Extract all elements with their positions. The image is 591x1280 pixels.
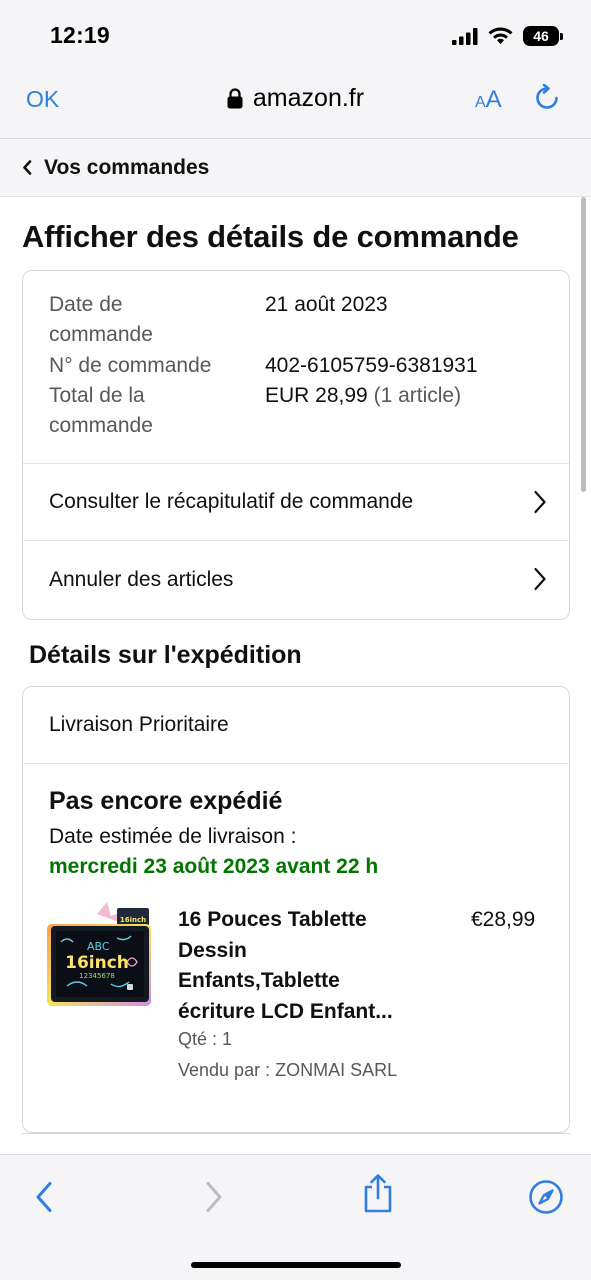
cancel-items-row[interactable]: Annuler des articles (23, 541, 569, 618)
order-number-label: N° de commande (49, 354, 212, 377)
battery-nub (560, 32, 563, 40)
product-title-link[interactable]: 16 Pouces Tablette Dessin Enfants,Tablet… (178, 905, 418, 1027)
breadcrumb[interactable]: Vos commandes (0, 139, 591, 197)
chevron-right-icon (534, 490, 546, 514)
product-title-line-2: Dessin (178, 938, 247, 962)
cancel-items-label: Annuler des articles (49, 567, 234, 591)
order-total-label: Total de la commande (49, 384, 153, 437)
product-title-line-1: 16 Pouces Tablette (178, 908, 367, 931)
order-total-items: (1 article) (373, 384, 462, 407)
thumb-abc-text: ABC (87, 940, 110, 953)
shipping-section-title: Détails sur l'expédition (29, 641, 302, 669)
order-total-value: EUR 28,99 (1 article) (265, 381, 461, 411)
page-content: Afficher des détails de commande Date de… (0, 197, 591, 1154)
browser-top-chrome: 12:19 46 OK amazon.fr AA (0, 0, 591, 139)
safari-compass-button[interactable] (526, 1177, 566, 1217)
view-order-summary-row[interactable]: Consulter le récapitulatif de commande (23, 464, 569, 541)
scrollbar[interactable] (581, 197, 586, 492)
breadcrumb-orders-link[interactable]: Vos commandes (44, 156, 209, 180)
reload-button[interactable] (534, 83, 562, 119)
url-text: amazon.fr (252, 84, 365, 112)
shipping-card: Livraison Prioritaire Pas encore expédié… (22, 686, 570, 1133)
status-time: 12:19 (50, 22, 110, 48)
shipping-status: Pas encore expédié (49, 787, 283, 815)
thumb-badge-text: 16inch (120, 916, 146, 924)
order-date-value: 21 août 2023 (265, 293, 388, 316)
shipping-method: Livraison Prioritaire (23, 687, 569, 764)
text-size-small-a: A (475, 94, 486, 111)
product-seller: Vendu par : ZONMAI SARL (178, 1060, 398, 1080)
compass-icon (529, 1180, 563, 1214)
order-summary-block: Date de commande 21 août 2023 N° de comm… (23, 271, 569, 464)
chevron-left-icon (23, 160, 32, 175)
browser-forward-button[interactable] (194, 1177, 234, 1217)
lock-icon (227, 88, 243, 109)
order-summary-card: Date de commande 21 août 2023 N° de comm… (22, 270, 570, 620)
wifi-icon (488, 27, 513, 44)
delivery-eta-date: mercredi 23 août 2023 avant 22 h (49, 855, 379, 878)
product-title-line-4: écriture LCD Enfant... (178, 999, 393, 1023)
browser-back-button[interactable] (24, 1177, 64, 1217)
home-indicator[interactable] (191, 1262, 401, 1268)
status-icons: 46 (452, 26, 563, 46)
order-date-label: Date de commande (49, 293, 153, 346)
page-title: Afficher des détails de commande (22, 219, 519, 254)
chevron-right-icon (206, 1182, 222, 1212)
order-total-amount: EUR 28,99 (265, 384, 368, 407)
product-title-line-3: Enfants,Tablette (178, 969, 340, 992)
view-order-summary-label: Consulter le récapitulatif de commande (49, 490, 414, 513)
battery-icon: 46 (523, 26, 559, 46)
address-bar[interactable]: amazon.fr (0, 84, 591, 113)
product-quantity: Qté : 1 (178, 1029, 233, 1049)
next-card-edge (22, 1133, 570, 1134)
browser-bottom-toolbar (0, 1154, 591, 1280)
delivery-eta-label: Date estimée de livraison : (49, 825, 297, 848)
thumb-main-text: 16inch (65, 953, 129, 973)
text-size-large-a: A (485, 86, 502, 113)
order-number-value: 402-6105759-6381931 (265, 354, 478, 377)
reload-icon (536, 83, 558, 109)
chevron-left-icon (36, 1182, 52, 1212)
text-size-button[interactable]: AA (475, 86, 502, 114)
thumb-digits-text: 12345678 (79, 972, 115, 980)
product-price: €28,99 (471, 908, 536, 931)
share-button[interactable] (358, 1173, 398, 1213)
signal-icon (452, 27, 478, 45)
chevron-right-icon (534, 567, 546, 591)
share-icon (364, 1174, 392, 1213)
product-image[interactable]: 16inch ABC 16inch 12345678 (47, 902, 155, 1012)
